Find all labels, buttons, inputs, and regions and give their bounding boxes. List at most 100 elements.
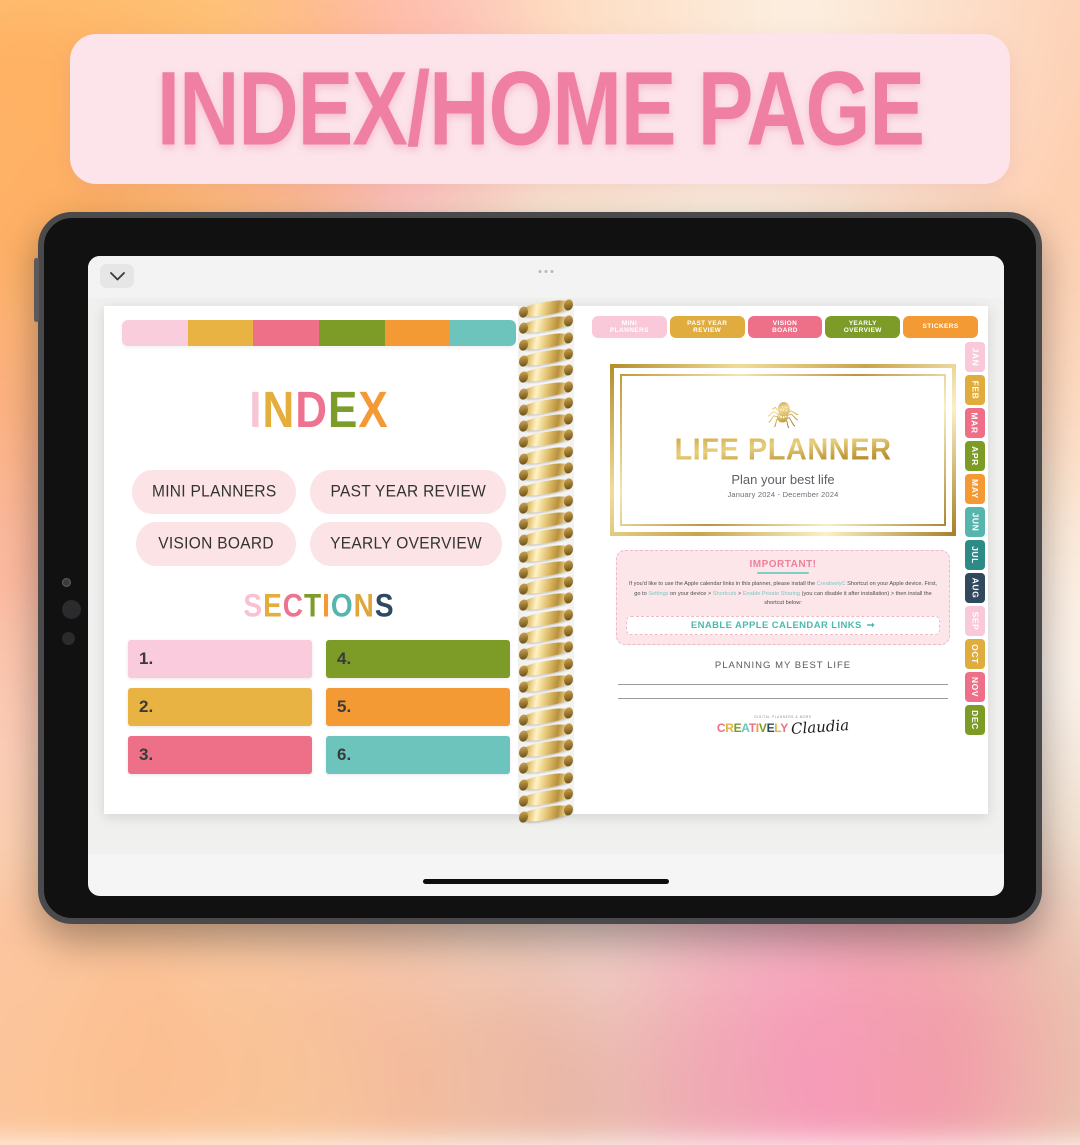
index-link-yearly-overview[interactable]: YEARLY OVERVIEW [310,522,502,566]
month-tab-mar[interactable]: MAR [965,408,985,438]
top-tab-stickers[interactable]: STICKERS [903,316,978,338]
page-title: INDEX/HOME PAGE [156,49,924,167]
logo-script: Claudia [790,716,850,739]
sections-grid: 1. 4. 2. 5. 3. 6. [122,640,516,774]
planning-label: PLANNING MY BEST LIFE [714,659,852,671]
section-bar-6[interactable]: 6. [326,736,510,774]
index-title-letter-3: D [295,382,329,439]
month-tab-oct[interactable]: OCT [965,639,985,669]
enable-apple-calendar-links-button[interactable]: ENABLE APPLE CALENDAR LINKS ➞ [626,615,940,635]
sections-title-letter-5: I [322,587,331,624]
color-bar-segment-4 [319,320,385,346]
home-indicator[interactable] [423,879,669,884]
index-link-past-year-review[interactable]: PAST YEAR REVIEW [310,470,507,514]
top-tab-bar: MINI PLANNERS PAST YEAR REVIEW VISION BOARD YE… [592,316,978,338]
planner-canvas: INDEX MINI PLANNERS PAST YEAR REVIEW VISIO… [88,297,1004,854]
spiral-coil [520,428,572,450]
spiral-coil [520,363,572,385]
title-banner: INDEX/HOME PAGE [70,34,1010,184]
month-tab-label: AUG [970,577,981,599]
power-button[interactable] [34,258,39,322]
cover-subtitle: Plan your best life [731,471,835,487]
section-bar-2[interactable]: 2. [128,688,312,726]
spiral-coil [520,689,572,711]
month-tab-jul[interactable]: JUL [965,540,985,570]
sections-title-letter-3: C [282,587,304,624]
spiral-coil [520,754,572,776]
sections-heading: SECTIONS [122,588,516,625]
important-divider [757,572,809,574]
color-bar-segment-1 [122,320,188,346]
logo-wordmark: CREATIVELY [717,720,788,736]
important-heading: IMPORTANT! [749,559,817,570]
sections-title-letter-4: T [304,587,323,624]
spiral-coil [520,379,572,401]
month-tab-apr[interactable]: APR [965,441,985,471]
chevron-down-icon[interactable] [100,264,134,288]
logo-letter-5: T [748,721,756,736]
spiral-coil [520,640,572,662]
brand-logo: DIGITAL PLANNERS & MORE CREATIVELY Claud… [588,714,978,739]
section-bar-4[interactable]: 4. [326,640,510,678]
index-link-mini-planners[interactable]: MINI PLANNERS [131,470,297,514]
month-tab-nov[interactable]: NOV [965,672,985,702]
important-notice-box: IMPORTANT! If you'd like to use the Appl… [616,550,950,645]
logo-letter-1: C [716,721,726,736]
sections-title-letter-8: S [374,587,395,624]
color-bar-segment-5 [384,320,451,346]
top-tab-mini-planners[interactable]: MINI PLANNERS [592,316,667,338]
index-link-vision-board[interactable]: VISION BOARD [136,522,297,566]
section-bar-5[interactable]: 5. [326,688,510,726]
logo-letter-2: R [725,721,734,736]
month-tab-label: DEC [970,710,980,730]
color-bar-segment-2 [187,320,254,346]
logo-letter-7: V [758,721,767,736]
spiral-coil [520,705,572,727]
three-dots-icon[interactable] [538,270,554,273]
planner-spread: INDEX MINI PLANNERS PAST YEAR REVIEW VISIO… [104,297,988,825]
spiral-coil [520,591,572,613]
write-line-1[interactable] [618,683,948,685]
month-tab-label: NOV [970,676,981,698]
spiral-coil [520,477,572,499]
month-tab-dec[interactable]: DEC [965,705,985,735]
volume-up-button[interactable] [62,600,81,619]
index-title-letter-4: E [328,382,359,439]
month-tab-jan[interactable]: JAN [965,342,985,372]
month-tab-label: MAR [970,412,981,434]
spiral-coil [520,526,572,548]
top-tab-past-year-review[interactable]: PAST YEAR REVIEW [669,316,745,338]
month-tab-sep[interactable]: SEP [965,606,985,636]
section-bar-1[interactable]: 1. [128,640,312,678]
cover-inner-frame: 🕷 LIFE PLANNER Plan your best life Janua… [620,374,946,526]
spiral-coil [520,542,572,564]
logo-letter-4: A [741,721,749,736]
month-tab-label: APR [970,446,980,466]
left-page-color-bar [122,320,516,346]
logo-letter-10: Y [780,721,788,736]
month-tab-aug[interactable]: AUG [965,573,985,603]
top-tab-vision-board[interactable]: VISION BOARD [747,316,823,338]
logo-tagline: DIGITAL PLANNERS & MORE [754,714,812,719]
month-tab-label: JUL [969,546,980,564]
month-tab-bar: JAN FEB MAR APR MAY JUN JUL AUG SEP OCT NOV DEC [965,342,985,735]
month-tab-jun[interactable]: JUN [965,507,985,537]
top-tab-yearly-overview[interactable]: YEARLY OVERVIEW [825,316,901,338]
month-tab-may[interactable]: MAY [965,474,985,504]
cover-gold-frame: 🕷 LIFE PLANNER Plan your best life Janua… [610,364,956,536]
index-title-letter-2: N [262,382,296,439]
month-tab-label: OCT [970,644,980,664]
month-tab-feb[interactable]: FEB [965,375,985,405]
index-heading: INDEX [122,382,516,440]
color-bar-segment-6 [450,320,516,346]
tablet-screen: INDEX MINI PLANNERS PAST YEAR REVIEW VISIO… [88,256,1004,896]
cover-date-range: January 2024 - December 2024 [727,489,839,499]
section-bar-3[interactable]: 3. [128,736,312,774]
write-line-2[interactable] [618,697,948,699]
month-tab-label: JAN [970,347,980,367]
app-top-bar [88,256,1004,298]
sections-title-letter-1: S [243,587,264,624]
planner-left-page: INDEX MINI PLANNERS PAST YEAR REVIEW VISIO… [104,306,534,814]
volume-down-button[interactable] [62,632,75,645]
tablet-device: INDEX MINI PLANNERS PAST YEAR REVIEW VISIO… [34,212,1042,924]
